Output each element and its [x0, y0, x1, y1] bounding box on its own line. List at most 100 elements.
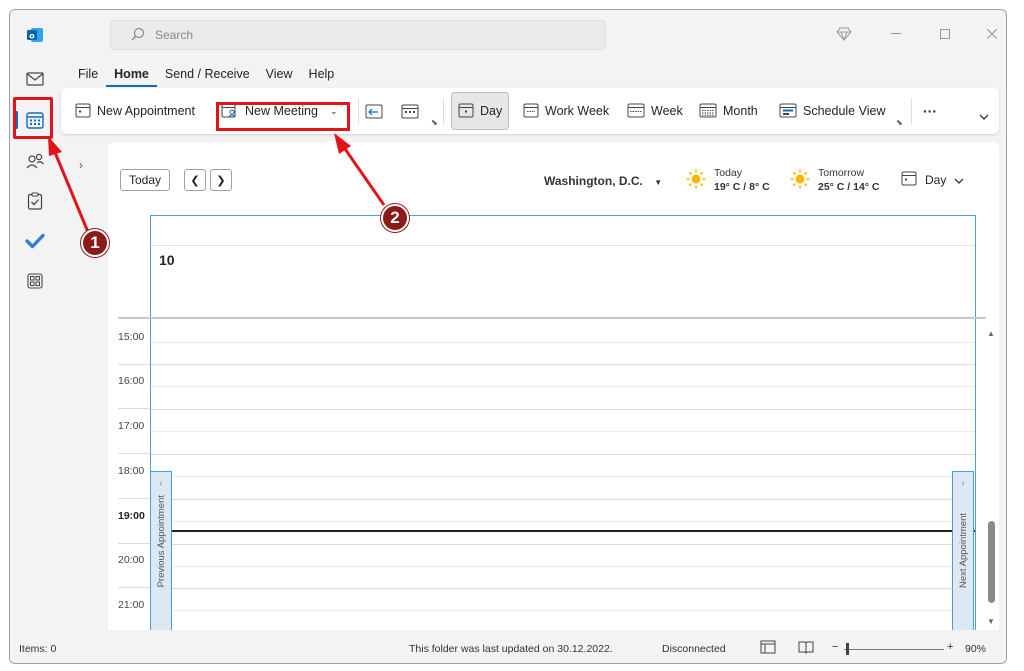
- items-count: Items: 0: [19, 643, 57, 655]
- next-appointment-label: Next Appointment: [957, 513, 969, 588]
- step-1-badge: 1: [81, 229, 109, 257]
- zoom-in-icon[interactable]: +: [947, 641, 953, 653]
- today-button[interactable]: Today: [120, 169, 170, 191]
- tab-file[interactable]: File: [70, 65, 106, 87]
- more-apps-icon[interactable]: [18, 264, 52, 298]
- step-2-badge: 2: [381, 204, 409, 232]
- view-selector[interactable]: Day: [901, 170, 964, 189]
- hour-tick: [118, 364, 150, 365]
- reading-view-icon[interactable]: [798, 640, 814, 657]
- tasks-icon[interactable]: [18, 184, 52, 218]
- weather-today: Today 19° C / 8° C: [686, 166, 770, 194]
- hour-line: [151, 544, 975, 545]
- previous-appointment-tab[interactable]: ‹ Previous Appointment: [150, 471, 172, 630]
- schedule-view-button[interactable]: Schedule View: [779, 96, 885, 126]
- tab-home[interactable]: Home: [106, 65, 157, 87]
- day-icon: [458, 102, 474, 121]
- folder-pane-collapsed: ›: [61, 142, 107, 630]
- weather-tomorrow-temp: 25° C / 14° C: [818, 181, 880, 193]
- chevron-left-icon: ‹: [159, 478, 163, 489]
- half-hour-line: [151, 386, 975, 387]
- tab-view[interactable]: View: [258, 65, 301, 87]
- time-grid-top-border: [118, 317, 986, 319]
- month-button[interactable]: Month: [699, 96, 758, 126]
- work-week-button[interactable]: Work Week: [523, 96, 609, 126]
- next-day-button[interactable]: ❯: [210, 169, 232, 191]
- tab-help[interactable]: Help: [301, 65, 343, 87]
- maximize-icon[interactable]: [935, 24, 955, 44]
- svg-text:o: o: [29, 32, 35, 41]
- day-view-button[interactable]: Day: [451, 92, 510, 130]
- next-days-icon[interactable]: [401, 96, 419, 126]
- scroll-up-icon[interactable]: ▲: [987, 329, 995, 338]
- weather-tomorrow-label: Tomorrow: [818, 167, 865, 179]
- next-appointment-tab[interactable]: › Next Appointment: [952, 471, 974, 630]
- half-hour-line: [151, 476, 975, 477]
- premium-diamond-icon[interactable]: [834, 24, 854, 44]
- previous-day-button[interactable]: ❮: [184, 169, 206, 191]
- location-name: Washington, D.C.: [544, 174, 643, 188]
- tab-send-receive[interactable]: Send / Receive: [157, 65, 258, 87]
- view-selector-label: Day: [925, 172, 947, 187]
- schedule-view-label: Schedule View: [803, 104, 886, 118]
- search-icon: [131, 27, 145, 44]
- calendar-highlight-box: [13, 97, 53, 139]
- month-icon: [699, 102, 717, 121]
- day-header: [151, 216, 975, 246]
- sun-icon: [790, 169, 810, 192]
- sun-icon: [686, 169, 706, 192]
- group-launcher-icon[interactable]: ⬊: [431, 118, 438, 127]
- time-label: 20:00: [118, 554, 145, 566]
- location-selector[interactable]: Washington, D.C. ▼: [544, 174, 662, 188]
- half-hour-line: [151, 610, 975, 611]
- zoom-slider-track[interactable]: [844, 649, 944, 650]
- zoom-out-icon[interactable]: −: [832, 641, 838, 653]
- week-button[interactable]: Week: [627, 96, 683, 126]
- caret-down-icon: ▼: [654, 178, 663, 187]
- weather-today-temp: 19° C / 8° C: [714, 181, 770, 193]
- hour-line: [151, 364, 975, 365]
- minimize-icon[interactable]: [886, 24, 906, 44]
- vertical-scrollbar[interactable]: ▲ ▼: [986, 325, 996, 630]
- more-options-button[interactable]: ···: [923, 96, 937, 126]
- search-placeholder: Search: [155, 28, 194, 42]
- ribbon-separator: [358, 98, 359, 124]
- time-label: 18:00: [118, 465, 145, 477]
- time-label-current: 19:00: [118, 510, 145, 522]
- day-grid: 10 ‹ Previous Appointment › Next Appoint…: [150, 215, 976, 630]
- chevron-right-icon: ›: [961, 478, 965, 489]
- schedule-view-icon: [779, 102, 797, 121]
- app-rail: o: [10, 10, 60, 630]
- last-updated-text: This folder was last updated on 30.12.20…: [409, 643, 613, 655]
- previous-appointment-label: Previous Appointment: [155, 495, 167, 588]
- hour-line: [151, 454, 975, 455]
- hour-tick: [118, 498, 150, 499]
- todo-check-icon[interactable]: [18, 224, 52, 258]
- half-hour-line: [151, 521, 975, 522]
- appointment-icon: [75, 102, 91, 121]
- title-bar: Search: [60, 10, 1006, 60]
- group-launcher-icon[interactable]: ⬊: [896, 118, 903, 127]
- mail-icon[interactable]: [18, 62, 52, 96]
- go-back-icon[interactable]: [365, 96, 383, 126]
- normal-view-icon[interactable]: [760, 640, 776, 657]
- ribbon-separator: [443, 98, 444, 124]
- time-label: 15:00: [118, 331, 145, 343]
- calendar-small-icon: [901, 170, 917, 189]
- close-icon[interactable]: [982, 24, 1002, 44]
- new-appointment-button[interactable]: New Appointment: [75, 96, 195, 126]
- scroll-down-icon[interactable]: ▼: [987, 617, 995, 626]
- zoom-slider-thumb[interactable]: [846, 643, 849, 655]
- hour-line: [151, 409, 975, 410]
- ribbon-expand-chevron-icon[interactable]: [979, 102, 989, 132]
- connection-status: Disconnected: [662, 643, 726, 655]
- day-number: 10: [159, 252, 175, 268]
- chevron-left-icon: ❮: [190, 174, 200, 187]
- half-hour-line: [151, 431, 975, 432]
- search-box[interactable]: Search: [110, 20, 606, 50]
- ribbon-separator: [911, 98, 912, 124]
- scroll-thumb[interactable]: [988, 521, 995, 603]
- people-icon[interactable]: [18, 144, 52, 178]
- expand-folder-pane-icon[interactable]: ›: [79, 158, 83, 172]
- all-day-area[interactable]: 10: [151, 246, 975, 318]
